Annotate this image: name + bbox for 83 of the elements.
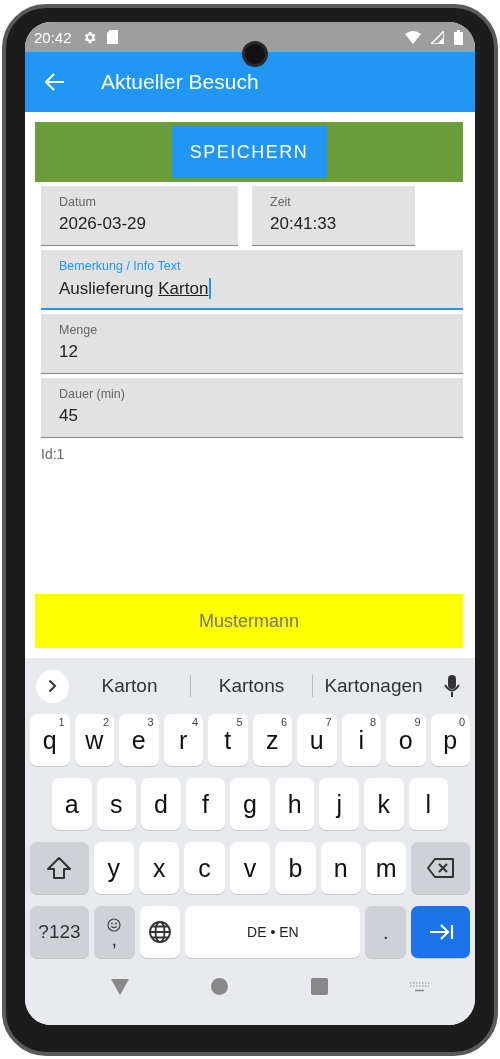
key[interactable]: d — [141, 778, 181, 830]
period-key[interactable]: . — [365, 906, 406, 958]
next-key[interactable] — [411, 906, 470, 958]
field-label: Zeit — [270, 195, 292, 209]
key[interactable]: h — [274, 778, 315, 830]
key[interactable]: p 0 — [430, 714, 470, 766]
field-value: Auslieferung Karton — [59, 278, 463, 299]
key[interactable]: c — [184, 842, 225, 894]
customer-bar: Mustermann — [35, 594, 463, 648]
expand-button[interactable] — [36, 669, 69, 703]
field-label: Datum — [59, 195, 97, 209]
key[interactable]: g — [230, 778, 270, 830]
key[interactable]: u 7 — [297, 714, 337, 766]
input-field[interactable]: Menge 12 — [41, 314, 463, 374]
key[interactable]: o 9 — [386, 714, 426, 766]
key[interactable]: v — [229, 842, 271, 894]
globe-key[interactable] — [139, 906, 181, 958]
key[interactable]: l — [408, 778, 449, 830]
smiley-icon — [107, 918, 122, 932]
key[interactable]: z 6 — [252, 714, 292, 766]
key-hint: 7 — [325, 716, 332, 728]
back-triangle-icon[interactable] — [111, 978, 130, 995]
key[interactable]: n — [320, 842, 361, 894]
key[interactable]: j — [319, 778, 359, 830]
recents-square-icon[interactable] — [310, 978, 328, 995]
key-hint: 8 — [369, 716, 376, 728]
key-hint: 4 — [191, 716, 198, 728]
keyboard-icon[interactable] — [409, 981, 429, 992]
chevron-right-icon — [48, 679, 57, 693]
tab-arrow-icon — [427, 923, 454, 941]
key[interactable]: e 3 — [119, 714, 159, 766]
key-hint: 0 — [458, 716, 465, 728]
shift-key[interactable] — [30, 842, 89, 894]
comma-key[interactable]: , — [94, 906, 135, 958]
battery-icon — [454, 29, 463, 45]
key[interactable]: t 5 — [208, 714, 248, 766]
backspace-icon — [425, 857, 456, 879]
key[interactable]: i 8 — [341, 714, 381, 766]
microphone-icon[interactable] — [444, 674, 460, 698]
key[interactable]: k — [363, 778, 404, 830]
suggestion[interactable]: Kartons — [191, 675, 313, 697]
backspace-key[interactable] — [411, 842, 470, 894]
key-hint: 5 — [236, 716, 243, 728]
key[interactable]: b — [275, 842, 316, 894]
signal-icon — [431, 30, 444, 44]
field-value: 2026-03-29 — [59, 214, 147, 234]
wifi-icon — [405, 30, 421, 44]
key-hint: 2 — [102, 716, 109, 728]
key-hint: 1 — [58, 716, 65, 728]
status-time: 20:42 — [34, 28, 72, 46]
input-field[interactable]: Dauer (min) 45 — [41, 378, 463, 438]
key[interactable]: f — [185, 778, 226, 830]
field-value: 12 — [59, 342, 79, 362]
field-label: Menge — [59, 323, 99, 337]
key[interactable]: y — [93, 842, 134, 894]
field-label: Dauer (min) — [59, 387, 126, 401]
sd-card-icon — [106, 30, 118, 44]
field-value: 20:41:33 — [270, 214, 338, 234]
back-arrow-icon[interactable] — [45, 73, 65, 91]
field-value: 45 — [59, 406, 79, 426]
key-hint: 6 — [280, 716, 287, 728]
shift-icon — [46, 856, 73, 880]
key[interactable]: a — [52, 778, 92, 830]
space-key[interactable]: DE • EN — [185, 906, 361, 958]
symbols-key[interactable]: ?123 — [30, 906, 89, 958]
globe-icon — [148, 920, 173, 944]
key-hint: 9 — [414, 716, 421, 728]
input-field[interactable]: Zeit 20:41:33 — [252, 186, 415, 246]
suggestion[interactable]: Kartonagen — [313, 675, 434, 697]
input-field[interactable]: Bemerkung / Info Text Auslieferung Karton — [41, 250, 463, 310]
key[interactable]: m — [366, 842, 407, 894]
id-text: Id:1 — [41, 446, 66, 462]
input-field[interactable]: Datum 2026-03-29 — [41, 186, 238, 246]
key[interactable]: r 4 — [163, 714, 203, 766]
key[interactable]: q 1 — [30, 714, 70, 766]
home-circle-icon[interactable] — [211, 978, 229, 995]
screen-title: Aktueller Besuch — [101, 70, 259, 94]
key-hint: 3 — [147, 716, 154, 728]
key[interactable]: w 2 — [74, 714, 114, 766]
suggestion[interactable]: Karton — [69, 675, 191, 697]
key[interactable]: s — [96, 778, 137, 830]
field-label: Bemerkung / Info Text — [59, 259, 182, 273]
key[interactable]: x — [139, 842, 180, 894]
